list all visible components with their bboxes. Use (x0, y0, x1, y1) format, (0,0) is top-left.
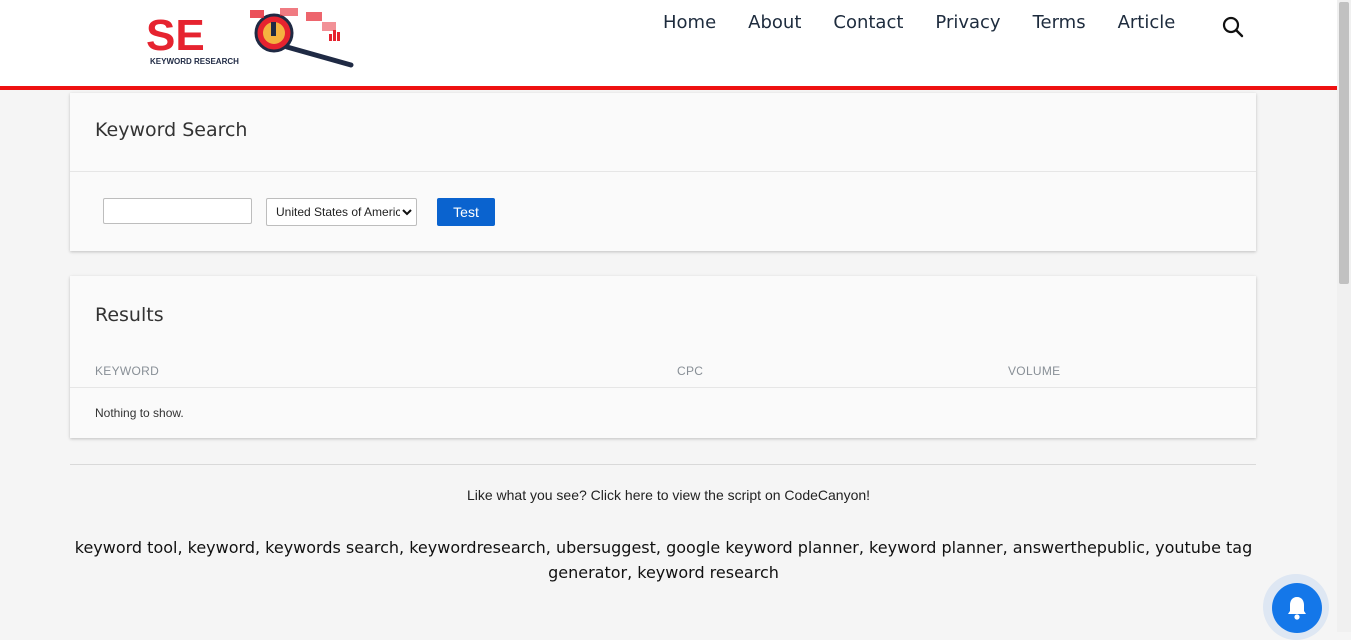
site-header: SE KEYWORD RESEARCH Home About Contact P… (0, 0, 1337, 90)
bell-icon (1288, 597, 1306, 620)
column-header-volume[interactable]: VOLUME (1008, 364, 1060, 378)
logo-subtitle: KEYWORD RESEARCH (150, 57, 239, 66)
keywords-tags-text: keyword tool, keyword, keywords search, … (74, 538, 1253, 582)
nav-home[interactable]: Home (647, 12, 732, 33)
nav-article[interactable]: Article (1102, 12, 1192, 33)
site-logo[interactable]: SE KEYWORD RESEARCH (146, 8, 356, 68)
main-nav: Home About Contact Privacy Terms Article (647, 12, 1191, 33)
scrollbar-thumb[interactable] (1339, 2, 1349, 284)
search-icon[interactable] (1221, 15, 1245, 39)
svg-text:SE: SE (146, 11, 205, 60)
footer-divider (70, 464, 1256, 465)
column-header-keyword[interactable]: KEYWORD (95, 364, 159, 378)
keyword-search-card: Keyword Search United States of America … (70, 93, 1256, 251)
notification-bell-button[interactable] (1272, 583, 1322, 633)
column-header-cpc[interactable]: CPC (677, 364, 703, 378)
keyword-input[interactable] (103, 198, 252, 224)
card-divider (70, 171, 1256, 172)
results-card: Results KEYWORD CPC VOLUME Nothing to sh… (70, 276, 1256, 438)
chevron-down-icon (402, 209, 412, 216)
keyword-search-title: Keyword Search (95, 119, 248, 141)
codecanyon-link[interactable]: Like what you see? Click here to view th… (0, 487, 1337, 503)
nav-contact[interactable]: Contact (817, 12, 919, 33)
nav-terms[interactable]: Terms (1017, 12, 1102, 33)
results-title: Results (95, 304, 164, 326)
page-scrollbar[interactable] (1337, 0, 1351, 632)
nav-privacy[interactable]: Privacy (919, 12, 1016, 33)
empty-results-message: Nothing to show. (95, 406, 184, 420)
country-select[interactable]: United States of America (266, 198, 417, 226)
table-header-divider (70, 387, 1256, 388)
country-select-value: United States of America (276, 205, 400, 219)
test-button[interactable]: Test (437, 198, 495, 226)
nav-about[interactable]: About (732, 12, 817, 33)
